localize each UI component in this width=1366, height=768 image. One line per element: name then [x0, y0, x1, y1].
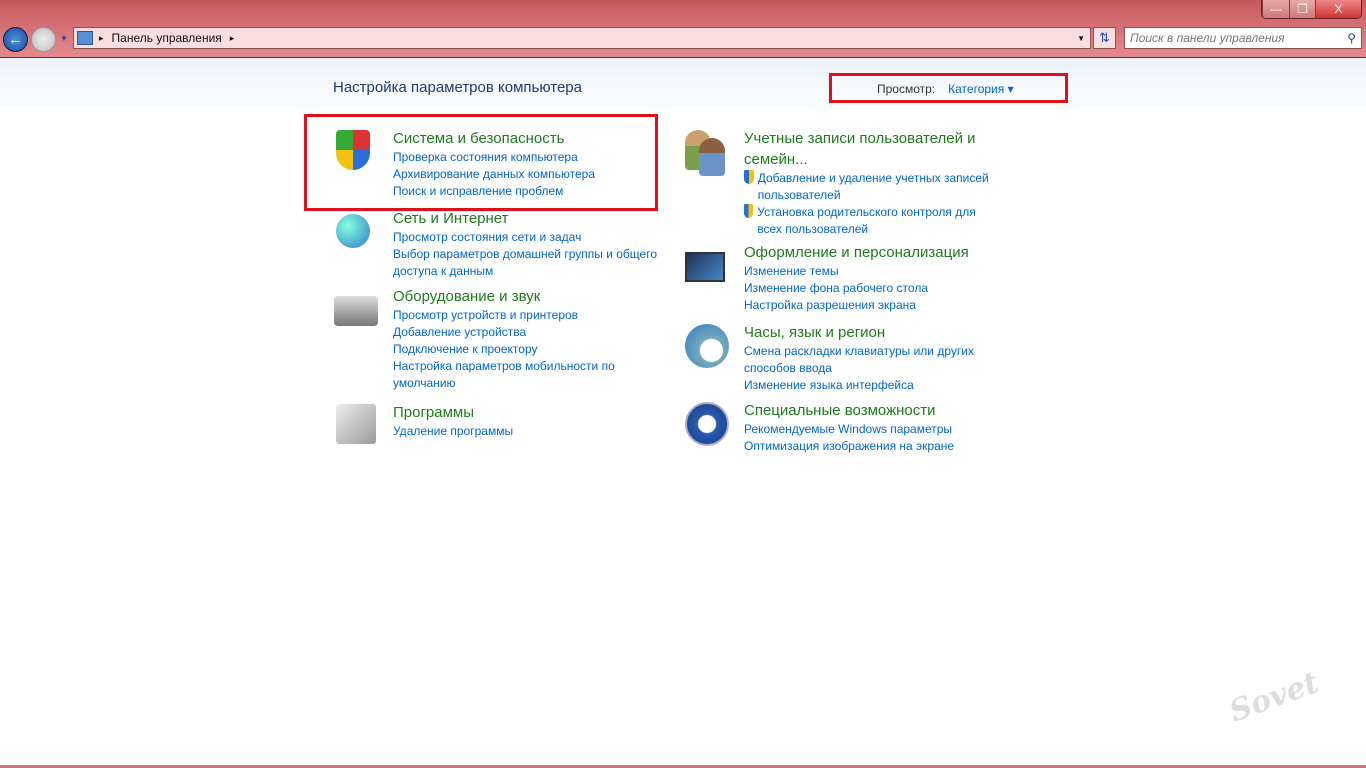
link[interactable]: Изменение языка интерфейса — [744, 377, 994, 394]
programs-icon — [334, 402, 384, 452]
users-icon — [685, 128, 735, 178]
breadcrumb-separator[interactable]: ▸ — [230, 33, 235, 44]
category-title[interactable]: Специальные возможности — [744, 400, 1014, 421]
link[interactable]: Добавление устройства — [393, 324, 665, 341]
link[interactable]: Архивирование данных компьютера — [393, 166, 663, 183]
window-titlebar: — ❐ X ← → ▼ ▸ Панель управления ▸ ▼ ⇅ По… — [0, 0, 1366, 58]
highlight-box-view — [829, 73, 1068, 103]
accessibility-icon — [685, 400, 735, 450]
link[interactable]: Установка родительского контроля для все… — [757, 204, 994, 238]
clock-globe-icon — [685, 322, 735, 372]
category-title[interactable]: Программы — [393, 402, 665, 423]
printer-icon — [334, 286, 384, 336]
address-bar[interactable]: ▸ Панель управления ▸ ▼ — [73, 27, 1091, 49]
close-button[interactable]: X — [1315, 0, 1361, 18]
link[interactable]: Оптимизация изображения на экране — [744, 438, 1014, 455]
search-placeholder: Поиск в панели управления — [1130, 31, 1285, 45]
link[interactable]: Рекомендуемые Windows параметры — [744, 421, 1014, 438]
content-area — [0, 58, 1366, 766]
shield-icon — [334, 128, 384, 178]
uac-shield-icon — [744, 204, 754, 218]
link[interactable]: Выбор параметров домашней группы и общег… — [393, 246, 665, 280]
link[interactable]: Добавление и удаление учетных записей по… — [758, 170, 994, 204]
back-button[interactable]: ← — [3, 27, 28, 52]
link[interactable]: Удаление программы — [393, 423, 665, 440]
breadcrumb-control-panel[interactable]: Панель управления — [112, 31, 222, 45]
link[interactable]: Изменение темы — [744, 263, 1014, 280]
category-title[interactable]: Часы, язык и регион — [744, 322, 994, 343]
link[interactable]: Настройка параметров мобильности по умол… — [393, 358, 665, 392]
recent-pages-dropdown-icon[interactable]: ▼ — [60, 34, 68, 43]
refresh-button[interactable]: ⇅ — [1093, 27, 1116, 49]
link[interactable]: Просмотр состояния сети и задач — [393, 229, 665, 246]
search-input[interactable]: Поиск в панели управления ⚲ — [1124, 27, 1362, 49]
address-dropdown-icon[interactable]: ▼ — [1077, 34, 1085, 43]
control-panel-icon — [77, 31, 93, 45]
search-icon[interactable]: ⚲ — [1347, 31, 1356, 45]
maximize-button[interactable]: ❐ — [1289, 0, 1315, 18]
breadcrumb-separator[interactable]: ▸ — [99, 33, 104, 44]
appearance-icon — [685, 242, 735, 292]
category-title[interactable]: Система и безопасность — [393, 128, 663, 149]
minimize-button[interactable]: — — [1262, 0, 1289, 18]
category-title[interactable]: Оформление и персонализация — [744, 242, 1014, 263]
link[interactable]: Изменение фона рабочего стола — [744, 280, 1014, 297]
window-controls: — ❐ X — [1261, 0, 1362, 19]
uac-shield-icon — [744, 170, 754, 184]
category-title[interactable]: Сеть и Интернет — [393, 208, 665, 229]
category-title[interactable]: Оборудование и звук — [393, 286, 665, 307]
forward-button[interactable]: → — [31, 27, 56, 52]
link[interactable]: Проверка состояния компьютера — [393, 149, 663, 166]
network-globe-icon — [334, 208, 384, 258]
category-title[interactable]: Учетные записи пользователей и семейн... — [744, 128, 994, 170]
link[interactable]: Настройка разрешения экрана — [744, 297, 1014, 314]
page-title: Настройка параметров компьютера — [333, 79, 582, 96]
link[interactable]: Просмотр устройств и принтеров — [393, 307, 665, 324]
link[interactable]: Подключение к проектору — [393, 341, 665, 358]
link[interactable]: Смена раскладки клавиатуры или других сп… — [744, 343, 994, 377]
link[interactable]: Поиск и исправление проблем — [393, 183, 663, 200]
